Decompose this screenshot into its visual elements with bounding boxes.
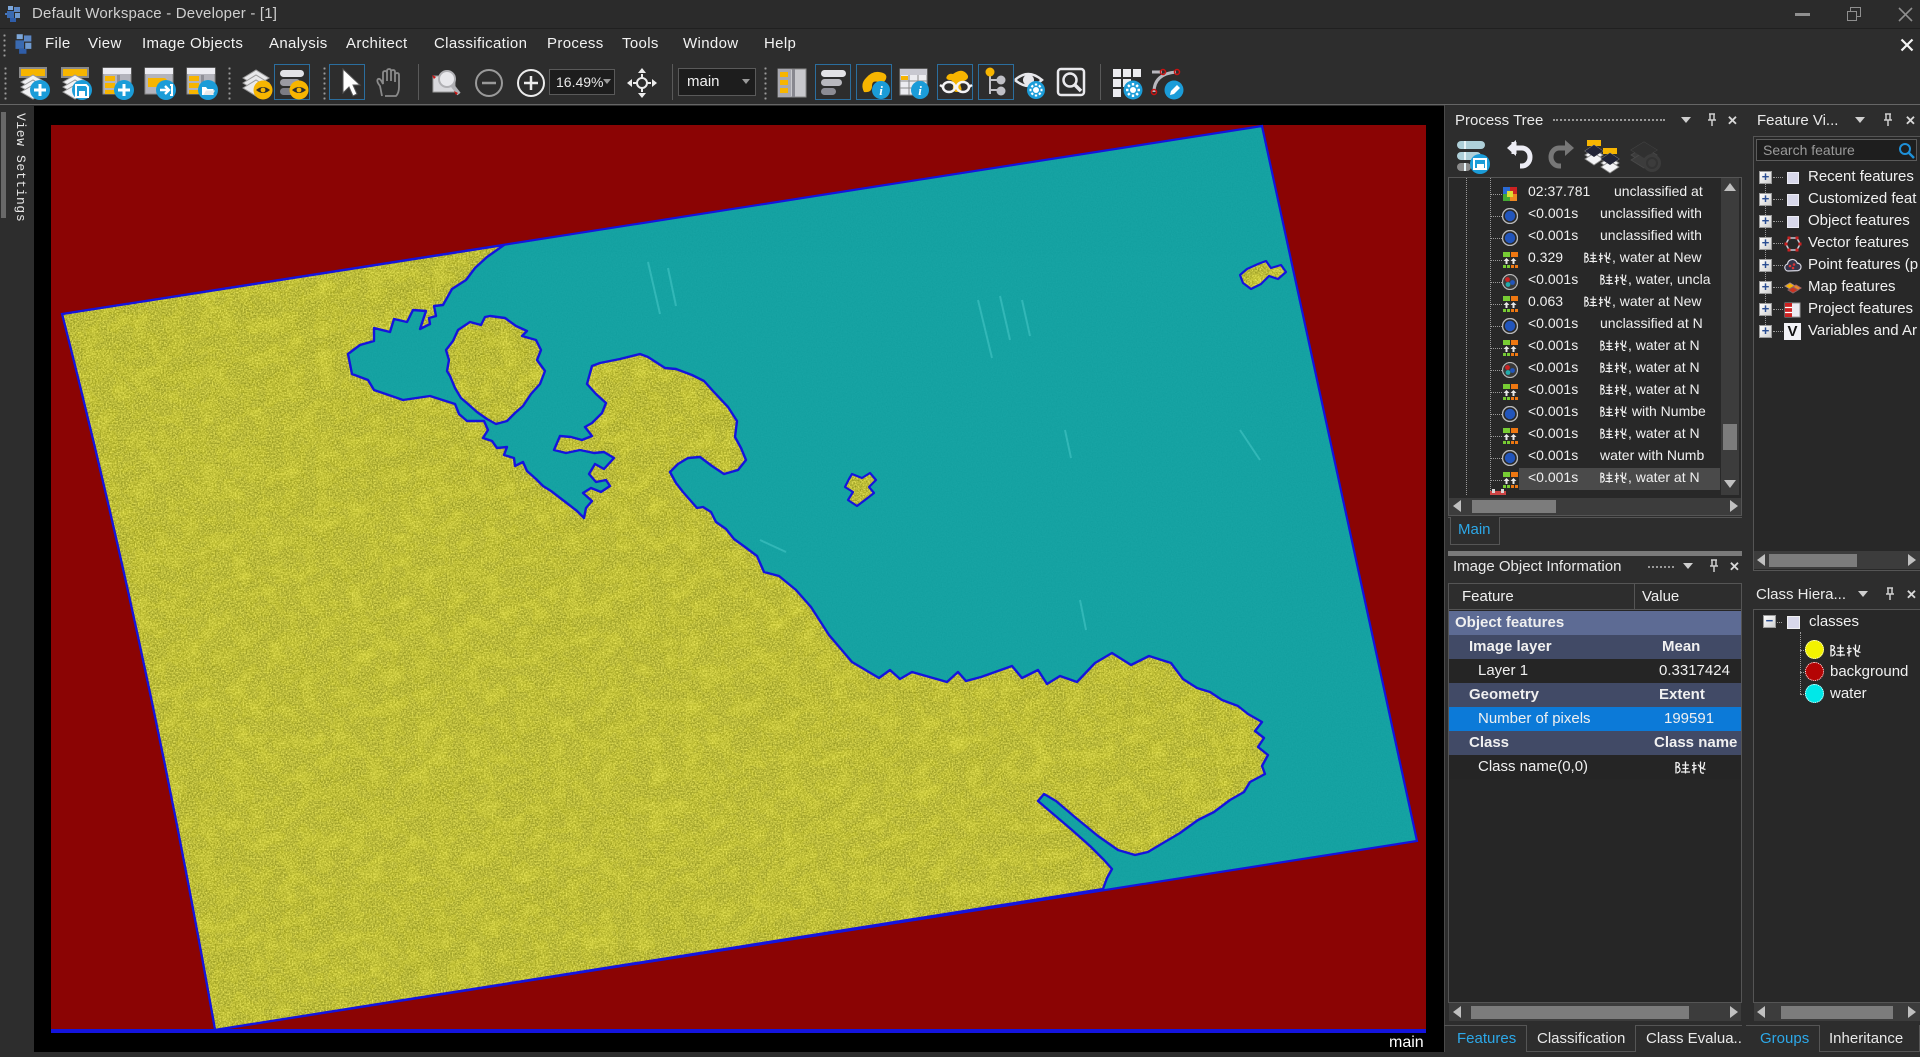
svg-text:i: i: [879, 83, 883, 98]
svg-text:i: i: [918, 83, 922, 98]
